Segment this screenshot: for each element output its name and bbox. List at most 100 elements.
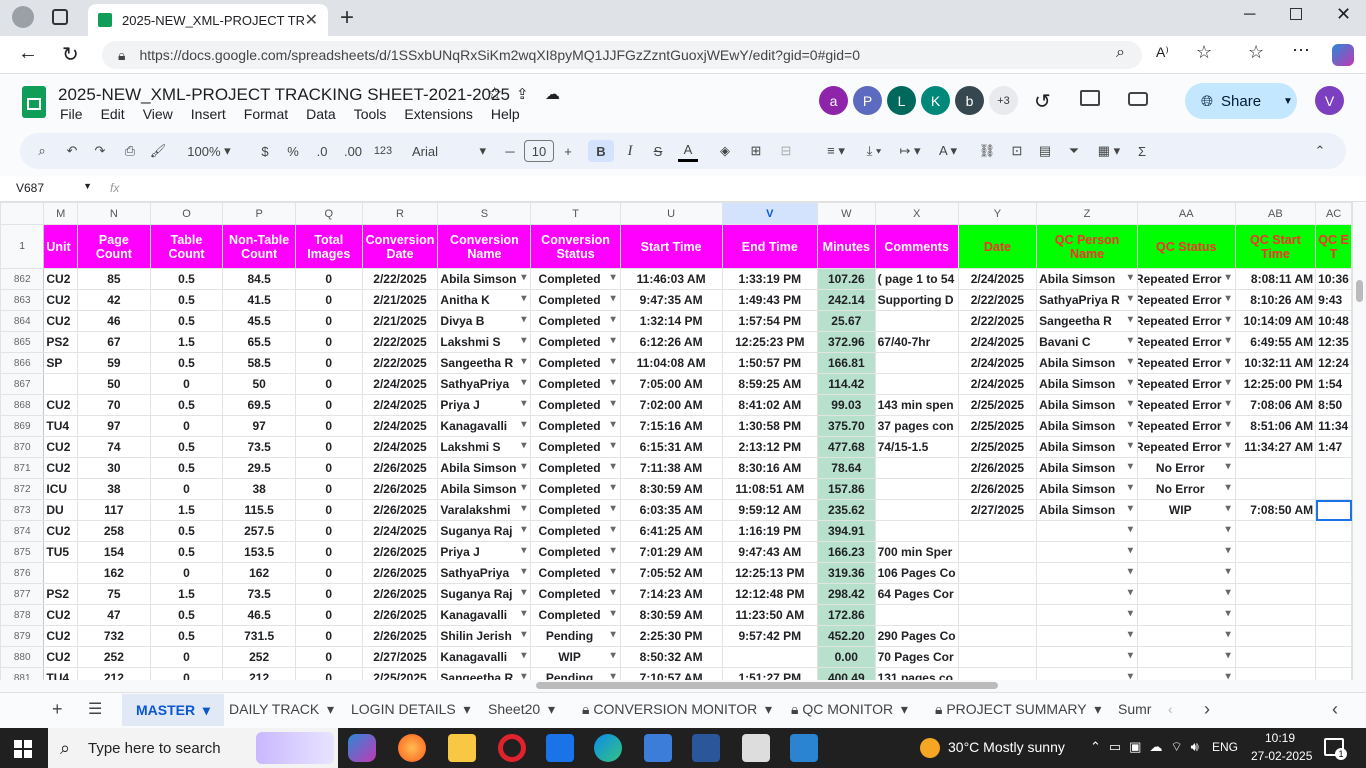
cell-minutes[interactable]: 477.68 bbox=[817, 436, 876, 458]
cell-unit[interactable]: DU bbox=[43, 499, 79, 521]
cell-qc-person-name[interactable] bbox=[1036, 625, 1138, 647]
zoom-icon[interactable]: ⌕ bbox=[1116, 44, 1125, 62]
cell-start-time[interactable]: 2:25:30 PM bbox=[619, 625, 723, 647]
cell-page-count[interactable]: 38 bbox=[77, 478, 151, 500]
cell-qc-start-time[interactable] bbox=[1234, 478, 1317, 500]
cell-conversion-status[interactable]: Completed bbox=[530, 394, 621, 416]
cell-qc-status[interactable]: Repeated Error bbox=[1136, 373, 1236, 395]
cell-qc-status[interactable] bbox=[1136, 520, 1236, 542]
cell-qc-date[interactable]: 2/26/2025 bbox=[957, 478, 1038, 500]
share-button[interactable]: 🌐︎ Share ▼ bbox=[1185, 83, 1297, 119]
cell-conversion-name[interactable]: SathyaPriya bbox=[437, 562, 532, 584]
cell-qc-start-time[interactable]: 6:49:55 AM bbox=[1234, 331, 1317, 353]
row-number[interactable]: 1 bbox=[0, 224, 45, 269]
cell-non-table-count[interactable]: 50 bbox=[222, 373, 296, 395]
cell-non-table-count[interactable]: 153.5 bbox=[222, 541, 296, 563]
cell-table-count[interactable]: 0.5 bbox=[149, 457, 224, 479]
weather-text[interactable]: 30°C Mostly sunny bbox=[948, 739, 1065, 755]
cell-conversion-date[interactable]: 2/26/2025 bbox=[361, 604, 439, 626]
cell-conversion-date[interactable]: 2/26/2025 bbox=[361, 625, 439, 647]
more-options-icon[interactable]: ⋯ bbox=[1292, 40, 1310, 61]
column-letter-z[interactable]: Z bbox=[1036, 202, 1138, 225]
cell-qc-status[interactable] bbox=[1136, 583, 1236, 605]
cell-qc-status[interactable]: Repeated Error bbox=[1136, 415, 1236, 437]
cell-total-images[interactable]: 0 bbox=[294, 520, 363, 542]
functions-icon[interactable]: Σ bbox=[1134, 140, 1150, 162]
cell-total-images[interactable]: 0 bbox=[294, 310, 363, 332]
header-conversion-status[interactable]: Conversion Status bbox=[530, 224, 621, 269]
row-number[interactable]: 869 bbox=[0, 415, 45, 437]
cell-page-count[interactable]: 252 bbox=[77, 646, 151, 668]
header-minutes[interactable]: Minutes bbox=[817, 224, 876, 269]
cell-conversion-name[interactable]: Shilin Jerish bbox=[437, 625, 532, 647]
cell-qc-end-time[interactable] bbox=[1315, 541, 1352, 563]
cell-conversion-status[interactable]: Completed bbox=[530, 478, 621, 500]
cell-conversion-date[interactable]: 2/22/2025 bbox=[361, 268, 439, 290]
cell-qc-start-time[interactable]: 7:08:50 AM bbox=[1234, 499, 1317, 521]
cell-conversion-date[interactable]: 2/25/2025 bbox=[361, 667, 439, 680]
column-letter-w[interactable]: W bbox=[817, 202, 876, 225]
font-select[interactable]: Arial ▾ bbox=[412, 140, 486, 162]
cell-qc-date[interactable]: 2/22/2025 bbox=[957, 310, 1038, 332]
cell-qc-start-time[interactable] bbox=[1234, 520, 1317, 542]
close-window-icon[interactable]: ✕ bbox=[1336, 4, 1351, 25]
cell-comments[interactable] bbox=[874, 499, 959, 521]
cell-page-count[interactable]: 258 bbox=[77, 520, 151, 542]
sheet-tab-login-details[interactable]: LOGIN DETAILS ▾ bbox=[351, 700, 471, 718]
cell-conversion-name[interactable]: Sangeetha R bbox=[437, 352, 532, 374]
star-icon[interactable]: ☆ bbox=[487, 84, 502, 104]
cell-qc-person-name[interactable] bbox=[1036, 646, 1138, 668]
row-number[interactable]: 881 bbox=[0, 667, 45, 680]
edge-icon[interactable] bbox=[594, 734, 622, 762]
cell-start-time[interactable]: 6:03:35 AM bbox=[619, 499, 723, 521]
insert-link-icon[interactable]: ⛓ bbox=[978, 140, 996, 162]
cell-qc-end-time[interactable]: 12:35 bbox=[1315, 331, 1352, 353]
cell-non-table-count[interactable]: 69.5 bbox=[222, 394, 296, 416]
cell-unit[interactable]: TU4 bbox=[43, 415, 79, 437]
cell-conversion-date[interactable]: 2/26/2025 bbox=[361, 478, 439, 500]
collaborator-avatar[interactable]: a bbox=[819, 86, 848, 115]
cell-total-images[interactable]: 0 bbox=[294, 352, 363, 374]
cell-non-table-count[interactable]: 84.5 bbox=[222, 268, 296, 290]
cell-start-time[interactable]: 6:41:25 AM bbox=[619, 520, 723, 542]
cell-start-time[interactable]: 7:01:29 AM bbox=[619, 541, 723, 563]
cell-qc-person-name[interactable] bbox=[1036, 562, 1138, 584]
cell-qc-end-time[interactable] bbox=[1315, 625, 1352, 647]
print-icon[interactable]: ⎙ bbox=[122, 140, 138, 162]
cell-page-count[interactable]: 732 bbox=[77, 625, 151, 647]
cell-start-time[interactable]: 6:15:31 AM bbox=[619, 436, 723, 458]
cell-conversion-name[interactable]: Sangeetha R bbox=[437, 667, 532, 680]
cell-qc-end-time[interactable] bbox=[1315, 562, 1352, 584]
cell-qc-start-time[interactable] bbox=[1234, 604, 1317, 626]
header-conversion-name[interactable]: Conversion Name bbox=[437, 224, 532, 269]
cell-start-time[interactable]: 8:30:59 AM bbox=[619, 478, 723, 500]
cell-page-count[interactable]: 47 bbox=[77, 604, 151, 626]
cell-qc-start-time[interactable] bbox=[1234, 667, 1317, 680]
scroll-tabs-right-icon[interactable]: › bbox=[1204, 699, 1210, 719]
sheet-tab-conversion-monitor[interactable]: 🔒︎ CONVERSION MONITOR ▾ bbox=[582, 700, 772, 718]
horizontal-scroll-thumb[interactable] bbox=[536, 682, 998, 689]
cell-end-time[interactable]: 1:16:19 PM bbox=[721, 520, 819, 542]
cell-end-time[interactable]: 12:25:13 PM bbox=[721, 562, 819, 584]
cloud-status-icon[interactable]: ☁ bbox=[545, 85, 560, 103]
cell-start-time[interactable]: 11:46:03 AM bbox=[619, 268, 723, 290]
cell-qc-date[interactable] bbox=[957, 646, 1038, 668]
cell-qc-person-name[interactable]: Abila Simson bbox=[1036, 457, 1138, 479]
header-qc-end-time[interactable]: QC E T bbox=[1315, 224, 1352, 269]
cell-table-count[interactable]: 0.5 bbox=[149, 289, 224, 311]
cell-end-time[interactable]: 11:08:51 AM bbox=[721, 478, 819, 500]
cell-qc-end-time[interactable]: 12:24 bbox=[1315, 352, 1352, 374]
cell-comments[interactable]: 106 Pages Co bbox=[874, 562, 959, 584]
cell-minutes[interactable]: 166.81 bbox=[817, 352, 876, 374]
cell-conversion-name[interactable]: Kanagavalli bbox=[437, 415, 532, 437]
cell-conversion-status[interactable]: Completed bbox=[530, 562, 621, 584]
menu-insert[interactable]: Insert bbox=[191, 106, 226, 122]
cell-unit[interactable]: PS2 bbox=[43, 583, 79, 605]
version-history-icon[interactable]: ↺ bbox=[1034, 89, 1051, 114]
more-collaborators-badge[interactable]: +3 bbox=[989, 86, 1018, 115]
cell-table-count[interactable]: 0.5 bbox=[149, 352, 224, 374]
cell-conversion-name[interactable]: Suganya Raj bbox=[437, 520, 532, 542]
cell-total-images[interactable]: 0 bbox=[294, 646, 363, 668]
vertical-scrollbar[interactable] bbox=[1352, 202, 1366, 680]
horizontal-align-icon[interactable]: ≡ ▾ bbox=[822, 140, 850, 162]
